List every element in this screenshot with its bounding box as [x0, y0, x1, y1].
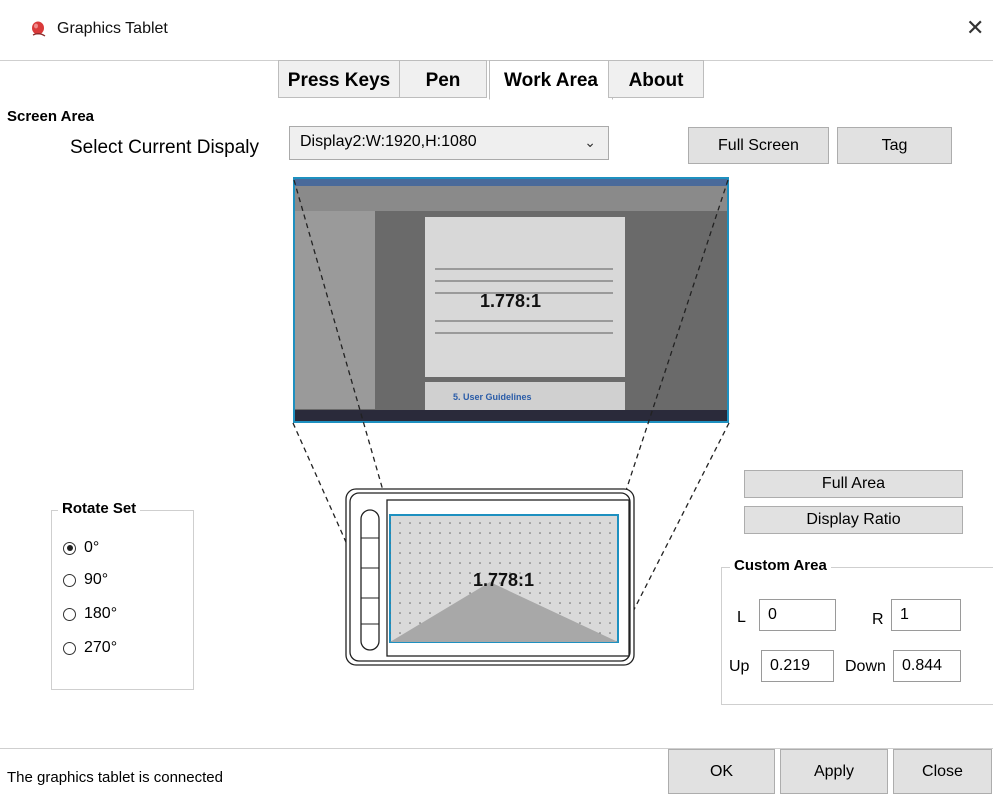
- rotate-option-270[interactable]: 270°: [63, 639, 117, 657]
- rotate-option-label: 270°: [84, 639, 118, 656]
- rotate-set-group: [51, 510, 194, 690]
- right-input[interactable]: 1: [891, 599, 961, 631]
- down-label: Down: [845, 658, 886, 675]
- up-input[interactable]: 0.219: [761, 650, 834, 682]
- radio-icon[interactable]: [63, 641, 76, 655]
- rotate-option-0[interactable]: 0°: [63, 539, 99, 557]
- right-label: R: [872, 611, 884, 628]
- close-button[interactable]: Close: [893, 749, 992, 794]
- rotate-option-label: 90°: [84, 571, 109, 588]
- up-label: Up: [729, 658, 750, 675]
- custom-area-label: Custom Area: [730, 557, 831, 574]
- rotate-option-label: 180°: [84, 605, 118, 622]
- rotate-option-180[interactable]: 180°: [63, 605, 117, 623]
- radio-icon[interactable]: [63, 573, 76, 587]
- radio-icon[interactable]: [63, 607, 76, 621]
- connection-status: The graphics tablet is connected: [7, 769, 223, 786]
- rotate-set-label: Rotate Set: [58, 500, 141, 517]
- left-input[interactable]: 0: [759, 599, 836, 631]
- display-ratio-button[interactable]: Display Ratio: [744, 506, 963, 534]
- rotate-option-label: 0°: [84, 539, 100, 556]
- rotate-option-90[interactable]: 90°: [63, 571, 108, 589]
- full-area-button[interactable]: Full Area: [744, 470, 963, 498]
- apply-button[interactable]: Apply: [780, 749, 888, 794]
- left-label: L: [737, 609, 746, 626]
- down-input[interactable]: 0.844: [893, 650, 961, 682]
- radio-selected-icon[interactable]: [63, 541, 76, 555]
- custom-area-group: [721, 567, 993, 705]
- tablet-ratio-label: 1.778:1: [473, 570, 535, 590]
- ok-button[interactable]: OK: [668, 749, 775, 794]
